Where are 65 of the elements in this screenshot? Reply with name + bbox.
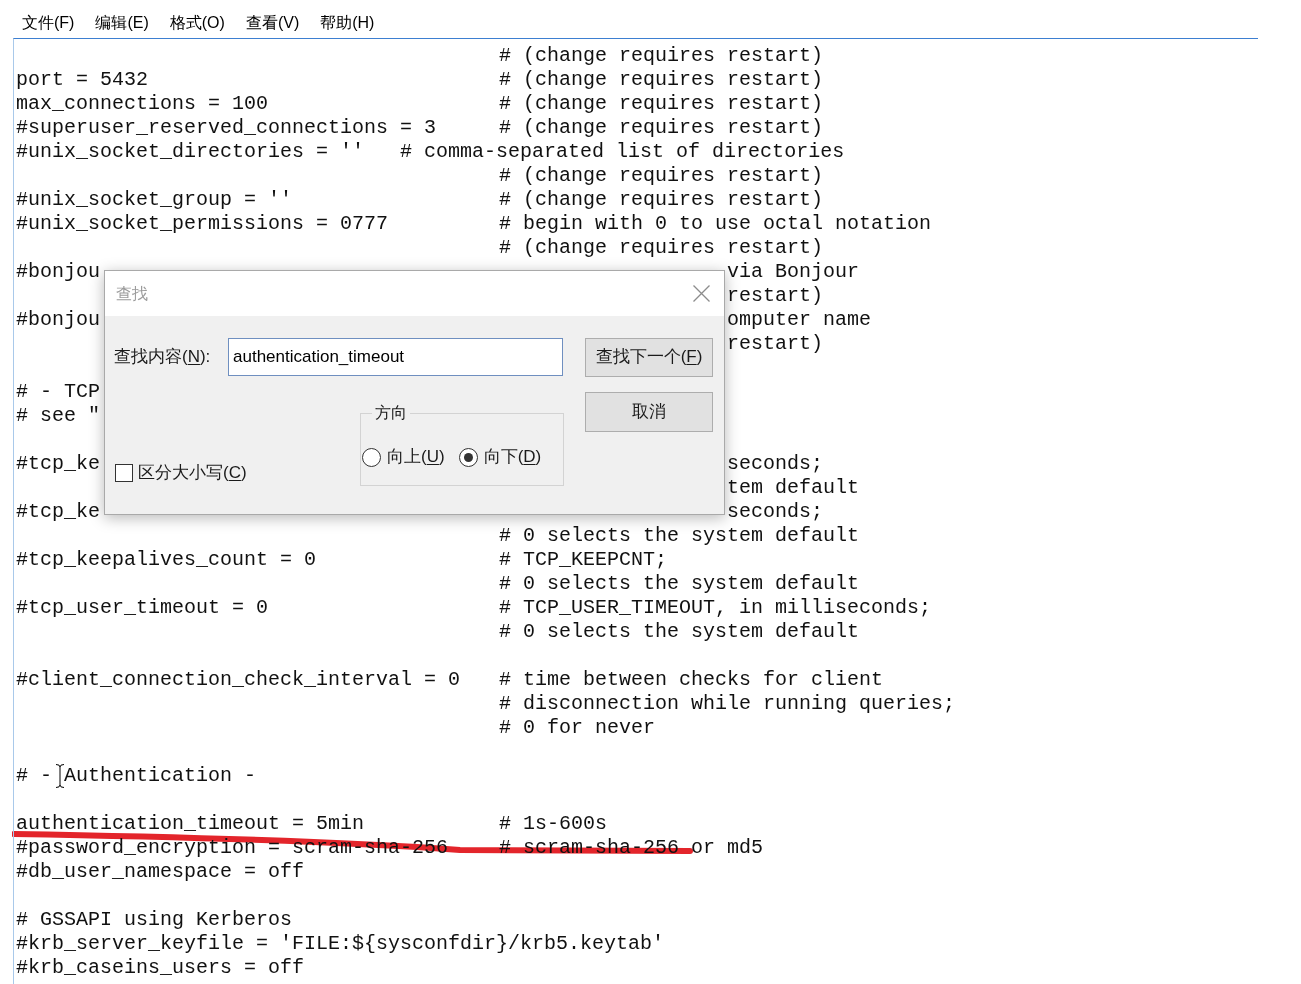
code-comment: # (change requires restart) xyxy=(499,236,824,260)
group-label: 方向 xyxy=(374,403,408,423)
code-line: # - xyxy=(16,764,52,788)
checkbox[interactable] xyxy=(115,463,133,482)
radio-button[interactable] xyxy=(362,447,381,467)
code-comment: # disconnection while running queries; xyxy=(499,692,956,716)
close-icon[interactable] xyxy=(693,285,710,302)
code-comment: # time between checks for client xyxy=(499,668,884,692)
code-comment: # (change requires restart) xyxy=(499,188,824,212)
code-comment: # 0 selects the system default xyxy=(499,620,860,644)
find-next-button[interactable]: 查找下一个(F) xyxy=(585,337,713,377)
code-comment: seconds; xyxy=(727,452,823,476)
code-comment: # 0 selects the system default xyxy=(499,572,860,596)
code-comment: # (change requires restart) xyxy=(499,92,824,116)
code-line: # GSSAPI using Kerberos xyxy=(16,908,293,932)
code-line: #unix_socket_group = '' xyxy=(16,188,293,212)
code-line: #krb_server_keyfile = 'FILE:${sysconfdir}/krb5.keytab' xyxy=(16,932,665,956)
code-line: # see " xyxy=(16,404,100,428)
field-label: 查找内容(N): xyxy=(114,346,212,369)
code-comment: # (change requires restart) xyxy=(499,116,824,140)
code-line: #superuser_reserved_connections = 3 xyxy=(16,116,437,140)
code-line: max_connections = 100 xyxy=(16,92,269,116)
code-line: #client_connection_check_interval = 0 xyxy=(16,668,461,692)
code-line: #tcp_keepalives_count = 0 xyxy=(16,548,317,572)
code-comment: restart) xyxy=(727,332,823,356)
code-comment: # (change requires restart) xyxy=(499,44,824,68)
menu-item[interactable]: 格式(O) xyxy=(169,12,225,34)
code-comment: # 0 for never xyxy=(499,716,656,740)
code-comment: restart) xyxy=(727,284,823,308)
search-field[interactable]: authentication_timeout xyxy=(228,338,563,376)
checkbox-label: 区分大小写(C) xyxy=(138,462,247,484)
code-comment: # TCP_KEEPCNT; xyxy=(499,548,668,572)
code-line: #db_user_namespace = off xyxy=(16,860,305,884)
code-line: #tcp_ke xyxy=(16,500,100,524)
menu-item[interactable]: 文件(F) xyxy=(22,12,75,34)
menu-item[interactable]: 查看(V) xyxy=(245,12,300,34)
code-line: #tcp_ke xyxy=(16,452,100,476)
code-line: authentication_timeout = 5min xyxy=(16,812,365,836)
code-comment: # begin with 0 to use octal notation xyxy=(499,212,932,236)
code-comment: # 1s-600s xyxy=(499,812,608,836)
code-comment: # TCP_USER_TIMEOUT, in milliseconds; xyxy=(499,596,932,620)
menu-item[interactable]: 编辑(E) xyxy=(95,12,149,34)
code-comment: # (change requires restart) xyxy=(499,164,824,188)
code-line: # - TCP xyxy=(16,380,100,404)
code-line: #tcp_user_timeout = 0 xyxy=(16,596,269,620)
code-line: #bonjou xyxy=(16,260,100,284)
code-line: #unix_socket_directories = '' # comma-separated list of directories xyxy=(16,140,845,164)
code-comment: tem default xyxy=(727,476,860,500)
menu-item[interactable]: 帮助(H) xyxy=(320,12,375,34)
code-line: #unix_socket_permissions = 0777 xyxy=(16,212,389,236)
code-line: #krb_caseins_users = off xyxy=(16,956,305,980)
code-line: port = 5432 xyxy=(16,68,149,92)
code-line: Authentication - xyxy=(64,764,257,788)
code-comment: # 0 selects the system default xyxy=(499,524,860,548)
code-line: #bonjou xyxy=(16,308,100,332)
radio-label: 向上(U) xyxy=(387,446,445,469)
code-comment: # (change requires restart) xyxy=(499,68,824,92)
radio-label: 向下(D) xyxy=(483,446,542,469)
cancel-button[interactable]: 取消 xyxy=(585,392,713,432)
code-comment: via Bonjour xyxy=(727,260,860,284)
radio-button[interactable] xyxy=(458,447,478,467)
text-cursor-icon xyxy=(56,764,64,788)
code-comment: seconds; xyxy=(727,500,823,524)
code-comment: omputer name xyxy=(727,308,872,332)
dialog-title: 查找 xyxy=(116,283,148,304)
